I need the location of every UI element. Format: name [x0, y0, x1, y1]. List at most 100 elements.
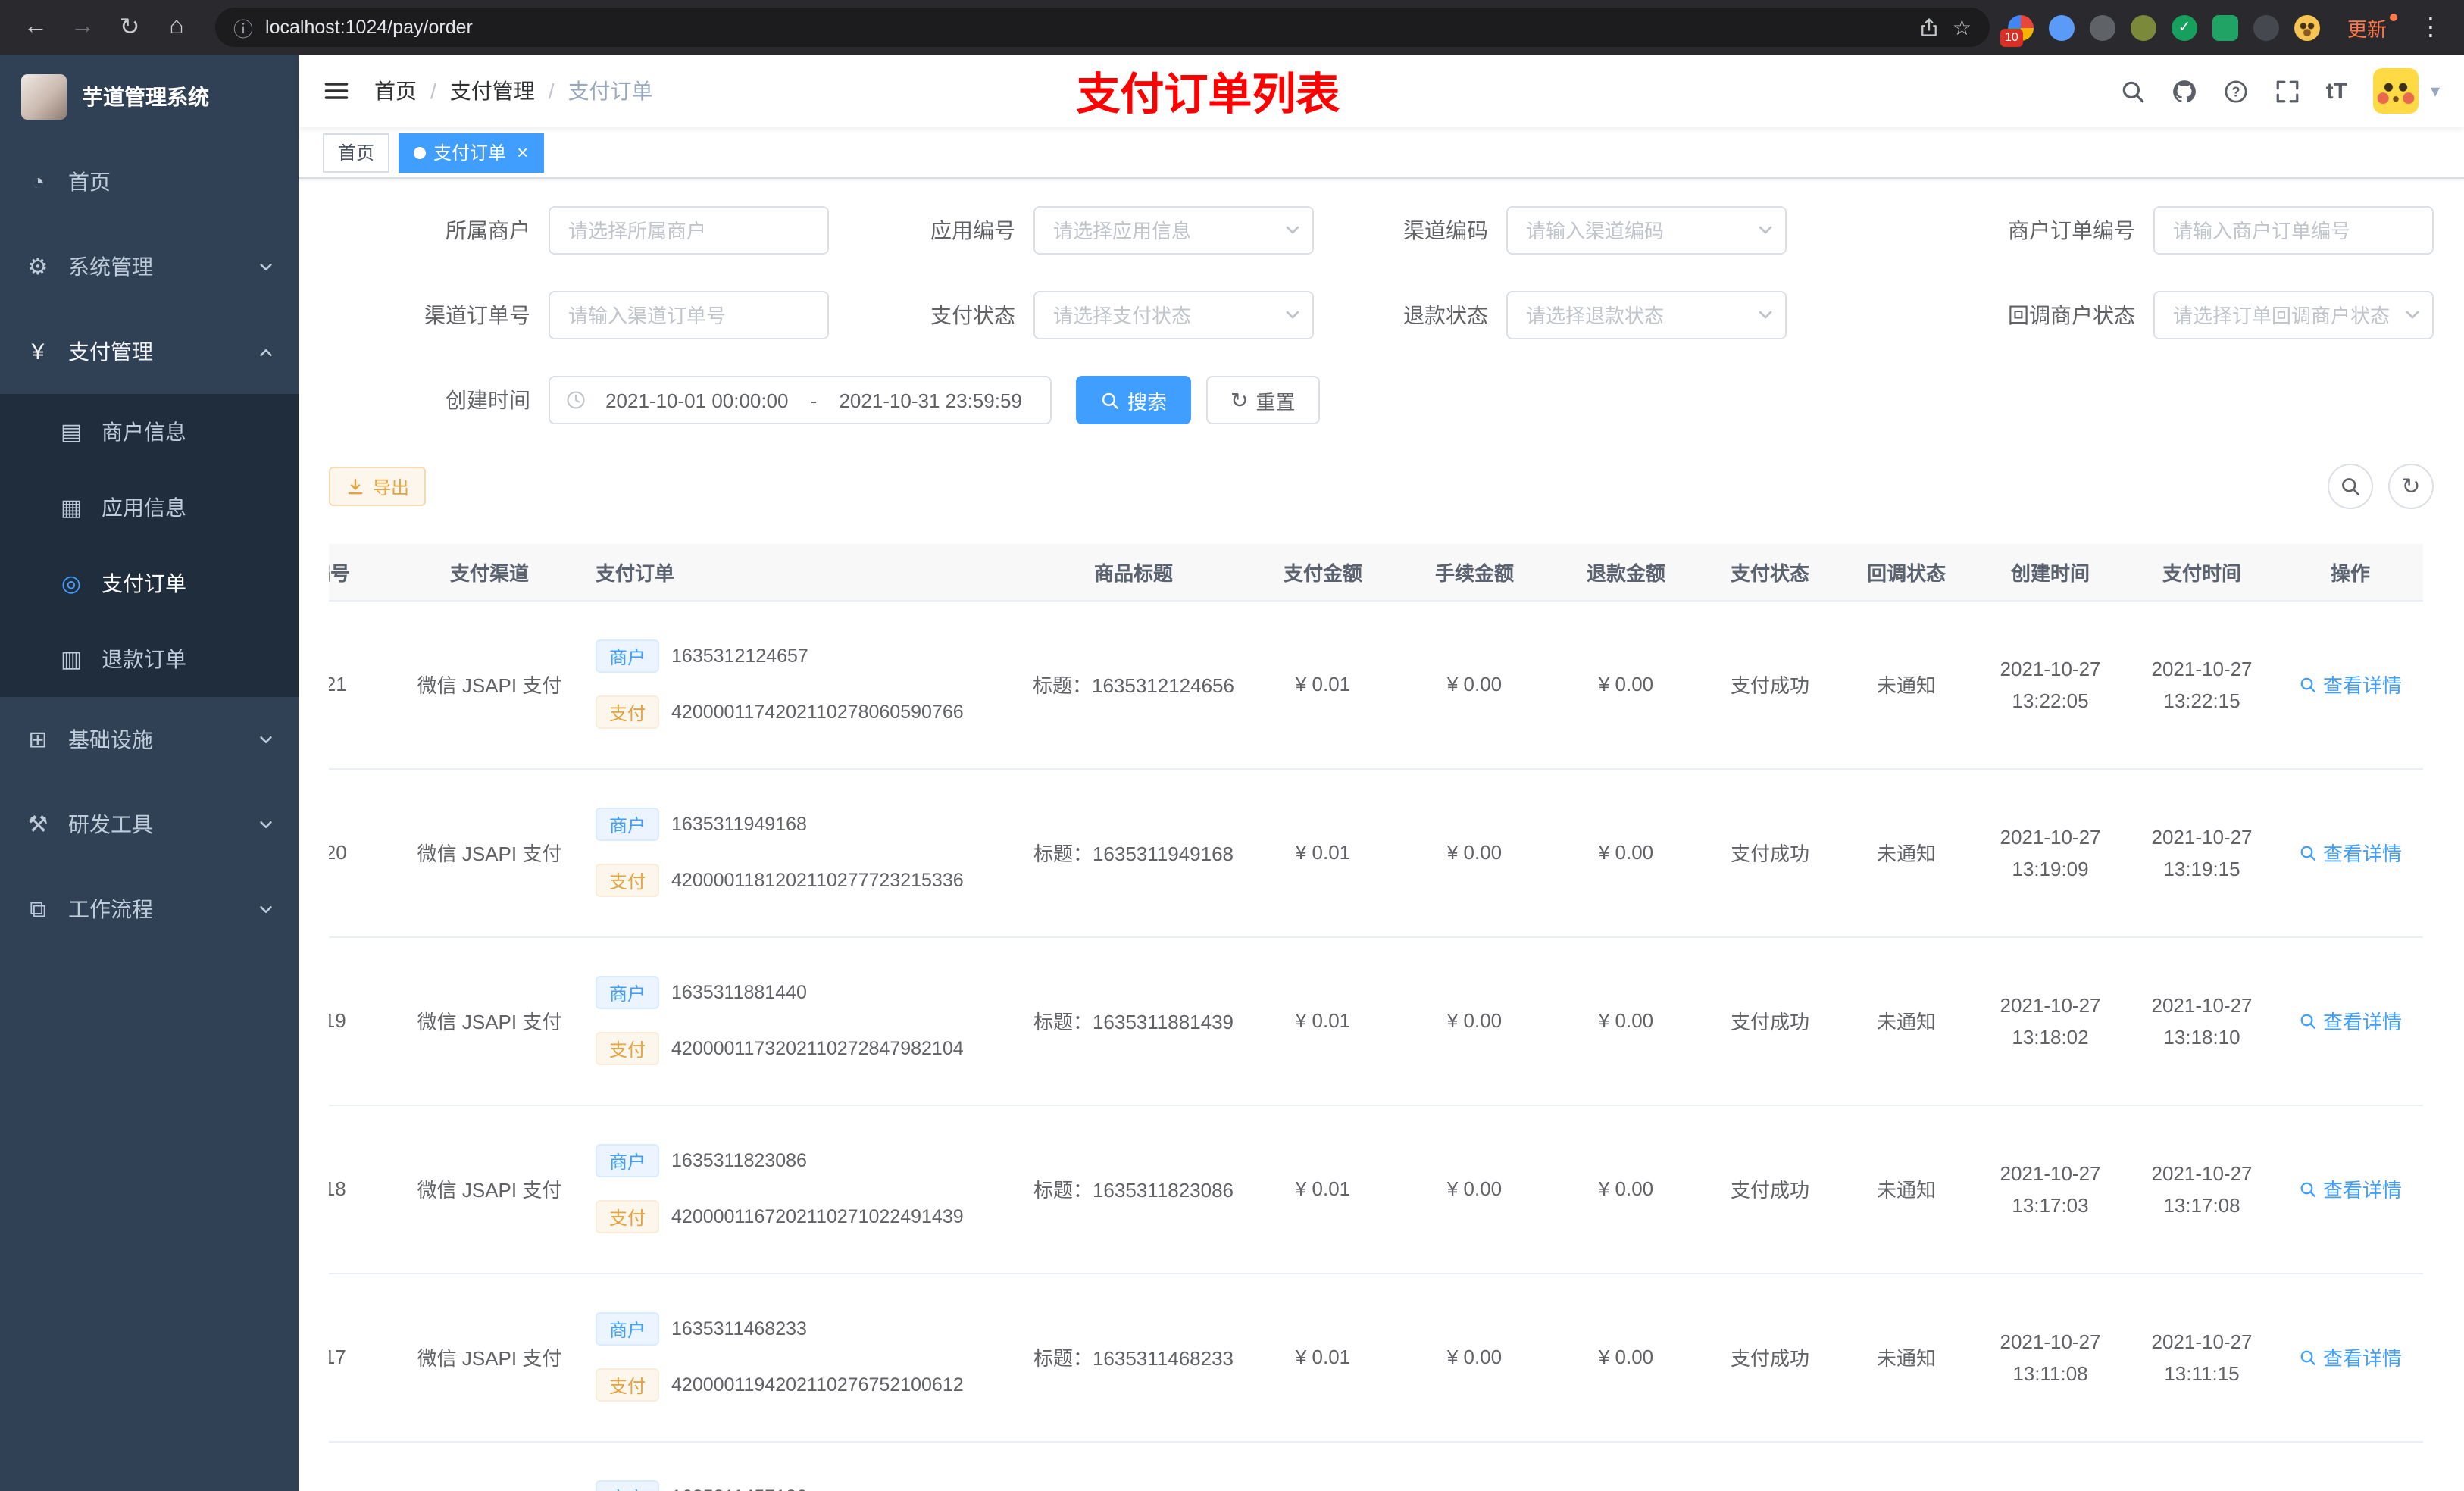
refresh-icon: ↻ [1230, 388, 1249, 412]
pay-badge: 支付 [596, 1200, 660, 1233]
pay-amount: ¥ 0.01 [1295, 673, 1351, 695]
chevron-down-icon [258, 258, 274, 275]
extensions-puzzle-icon[interactable]: 10 [2000, 14, 2034, 46]
filter-merchant-input[interactable] [549, 206, 829, 255]
clock-icon [565, 389, 586, 411]
column-notify: 回调状态 [1838, 544, 1975, 601]
browser-menu-icon[interactable]: ⋮ [2412, 12, 2449, 42]
date-end-value: 2021-10-31 23:59:59 [839, 389, 1022, 411]
sidebar-item-merchant-info[interactable]: ▤ 商户信息 [0, 394, 299, 470]
created-time: 13:19:09 [2012, 857, 2089, 880]
hamburger-icon[interactable] [323, 77, 350, 105]
active-tab-dot [414, 146, 427, 158]
tab-home[interactable]: 首页 [323, 133, 390, 172]
paid-date: 2021-10-27 [2151, 1161, 2253, 1184]
sidebar-item-app-info[interactable]: ▦ 应用信息 [0, 470, 299, 545]
filter-merchant-order-no [2153, 206, 2434, 255]
sidebar-item-dev-tools[interactable]: ⚒ 研发工具 [0, 782, 299, 867]
reset-button[interactable]: ↻ 重置 [1206, 376, 1320, 424]
sidebar-item-pay-order[interactable]: ◎ 支付订单 [0, 545, 299, 621]
ext-blue-icon[interactable] [2048, 14, 2075, 40]
view-detail-link[interactable]: 查看详情 [2299, 1174, 2402, 1203]
filter-notify-status-input[interactable] [2153, 291, 2434, 339]
search-button[interactable]: 搜索 [1076, 376, 1192, 424]
filter-field: 渠道订单号 [329, 291, 829, 339]
share-icon[interactable] [1919, 17, 1940, 38]
ext-face-icon[interactable] [2294, 14, 2320, 40]
created-date: 2021-10-27 [2000, 993, 2101, 1016]
filter-app-no-input[interactable] [1033, 206, 1314, 255]
ext-olive-icon[interactable] [2130, 14, 2156, 40]
date-filter-label: 创建时间 [446, 388, 530, 412]
filter-field: 所属商户 [329, 206, 829, 255]
pay-badge: 支付 [596, 695, 660, 729]
filter-channel-order-no-input[interactable] [549, 291, 829, 339]
ext-dark-icon[interactable] [2089, 14, 2115, 40]
breadcrumb-home[interactable]: 首页 [374, 76, 417, 106]
sidebar-item-payment[interactable]: ¥ 支付管理 [0, 309, 299, 394]
merchant-order-no: 1635311823086 [671, 1150, 807, 1171]
fullscreen-icon[interactable] [2275, 78, 2300, 104]
font-size-icon[interactable]: tT [2326, 78, 2347, 104]
toggle-search-button[interactable] [2328, 464, 2373, 509]
site-info-icon[interactable]: ⓘ [233, 13, 253, 42]
sidebar-item-system[interactable]: ⚙ 系统管理 [0, 224, 299, 309]
bookmark-star-icon[interactable]: ☆ [1953, 14, 1972, 40]
column-order: 支付订单 [580, 544, 1020, 601]
view-detail-link[interactable]: 查看详情 [2299, 1343, 2402, 1371]
filter-channel-code-input[interactable] [1506, 206, 1787, 255]
help-icon[interactable] [2223, 78, 2249, 104]
address-bar[interactable]: ⓘ localhost:1024/pay/order ☆ [215, 8, 1990, 47]
monitor-icon: ⊞ [28, 727, 48, 753]
merchant-badge: 商户 [596, 976, 660, 1009]
ext-green-check-icon[interactable]: ✓ [2171, 14, 2197, 40]
filter-field: 退款状态 [1314, 291, 1787, 339]
view-detail-link[interactable]: 查看详情 [2299, 838, 2402, 867]
browser-toolbar: ← → ↻ ⌂ ⓘ localhost:1024/pay/order ☆ 10 ✓… [0, 0, 2464, 55]
column-status: 支付状态 [1702, 544, 1838, 601]
download-icon [346, 477, 365, 496]
home-icon[interactable]: ⌂ [156, 7, 197, 48]
channel-order-no: 4200001167202110271022491439 [671, 1206, 964, 1227]
sidebar-item-refund-order[interactable]: ▥ 退款订单 [0, 621, 299, 697]
filter-refund-status-input[interactable] [1506, 291, 1787, 339]
sidebar-item-home[interactable]: ◔ 首页 [0, 139, 299, 224]
created-time: 13:22:05 [2012, 689, 2089, 711]
column-id: 编号 [329, 544, 399, 601]
table-row: 119 微信 JSAPI 支付 商户 1635311881440 支付 420000… [329, 936, 2423, 1105]
view-detail-link[interactable]: 查看详情 [2299, 1006, 2402, 1035]
ext-chat-icon[interactable] [2212, 14, 2238, 40]
caret-down-icon[interactable]: ▾ [2431, 80, 2440, 102]
filter-channel-code [1506, 206, 1787, 255]
filter-app-no [1033, 206, 1314, 255]
sidebar-item-workflow[interactable]: ⧉ 工作流程 [0, 867, 299, 952]
table-row: 118 微信 JSAPI 支付 商户 1635311823086 支付 420000… [329, 1105, 2423, 1274]
tab-pay-order[interactable]: 支付订单 × [399, 133, 544, 172]
date-range-input[interactable]: 2021-10-01 00:00:00 - 2021-10-31 23:59:5… [549, 376, 1052, 424]
notify-status: 未通知 [1876, 674, 1936, 697]
filter-merchant-order-no-input[interactable] [2153, 206, 2434, 255]
reload-icon[interactable]: ↻ [109, 7, 150, 48]
breadcrumb-pay-management[interactable]: 支付管理 [450, 76, 535, 106]
back-icon[interactable]: ← [15, 7, 56, 48]
chevron-down-icon [1756, 306, 1775, 324]
avatar[interactable] [2372, 68, 2419, 114]
github-icon[interactable] [2172, 78, 2197, 104]
notify-status: 未通知 [1876, 1011, 1936, 1033]
app-logo[interactable]: 芋道管理系统 [0, 55, 299, 139]
forward-icon[interactable]: → [62, 7, 103, 48]
bank-card-icon: ▤ [60, 420, 83, 445]
search-icon[interactable] [2120, 78, 2146, 104]
channel-order-no: 4200001181202110277723215336 [671, 870, 964, 891]
fee-amount: ¥ 0.00 [1446, 1177, 1502, 1200]
filter-pay-status-input[interactable] [1033, 291, 1314, 339]
view-detail-link[interactable]: 查看详情 [2299, 670, 2402, 699]
update-button[interactable]: 更新 [2347, 13, 2397, 42]
ext-pin-icon[interactable] [2253, 14, 2279, 40]
close-tab-icon[interactable]: × [517, 142, 528, 162]
refresh-table-button[interactable]: ↻ [2388, 464, 2434, 509]
sidebar-item-infrastructure[interactable]: ⊞ 基础设施 [0, 697, 299, 782]
export-button[interactable]: 导出 [329, 467, 427, 506]
date-separator: - [810, 389, 818, 411]
app-title: 芋道管理系统 [82, 85, 209, 109]
